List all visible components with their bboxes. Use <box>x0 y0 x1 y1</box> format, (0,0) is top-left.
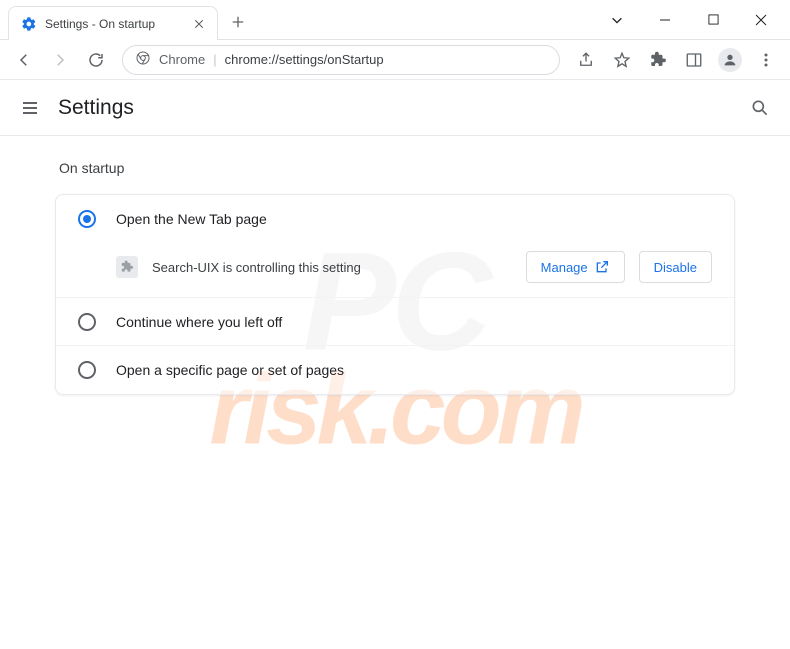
page-title: Settings <box>58 96 134 120</box>
settings-header: Settings <box>0 80 790 136</box>
tab-title: Settings - On startup <box>45 17 185 31</box>
option-label: Continue where you left off <box>116 314 282 330</box>
extensions-icon[interactable] <box>642 44 674 76</box>
new-tab-button[interactable] <box>224 8 252 36</box>
disable-button[interactable]: Disable <box>639 251 712 283</box>
window-controls <box>588 0 790 39</box>
chevron-down-icon[interactable] <box>602 5 632 35</box>
radio-selected[interactable] <box>78 210 96 228</box>
star-icon[interactable] <box>606 44 638 76</box>
manage-button[interactable]: Manage <box>526 251 625 283</box>
search-icon[interactable] <box>750 98 770 118</box>
section-heading: On startup <box>55 160 735 176</box>
browser-tab[interactable]: Settings - On startup <box>8 6 218 40</box>
extension-controlled-notice: Search-UIX is controlling this setting M… <box>56 243 734 298</box>
option-label: Open a specific page or set of pages <box>116 362 344 378</box>
address-bar[interactable]: Chrome | chrome://settings/onStartup <box>122 45 560 75</box>
close-icon[interactable] <box>193 18 205 30</box>
minimize-button[interactable] <box>650 5 680 35</box>
sidepanel-icon[interactable] <box>678 44 710 76</box>
reload-button[interactable] <box>80 44 112 76</box>
menu-icon[interactable] <box>750 44 782 76</box>
avatar-icon <box>718 48 742 72</box>
settings-content: On startup Open the New Tab page Search-… <box>0 136 790 395</box>
external-link-icon <box>594 259 610 275</box>
maximize-button[interactable] <box>698 5 728 35</box>
site-label: Chrome <box>159 52 205 67</box>
profile-button[interactable] <box>714 44 746 76</box>
forward-button[interactable] <box>44 44 76 76</box>
gear-icon <box>21 16 37 32</box>
extension-icon <box>116 256 138 278</box>
chrome-icon <box>135 50 151 69</box>
window-titlebar: Settings - On startup <box>0 0 790 40</box>
close-window-button[interactable] <box>746 5 776 35</box>
option-specific-pages[interactable]: Open a specific page or set of pages <box>56 346 734 394</box>
radio-unselected[interactable] <box>78 361 96 379</box>
option-new-tab-page[interactable]: Open the New Tab page <box>56 195 734 243</box>
browser-toolbar: Chrome | chrome://settings/onStartup <box>0 40 790 80</box>
option-label: Open the New Tab page <box>116 211 267 227</box>
radio-unselected[interactable] <box>78 313 96 331</box>
back-button[interactable] <box>8 44 40 76</box>
option-continue[interactable]: Continue where you left off <box>56 298 734 346</box>
hamburger-icon[interactable] <box>20 98 40 118</box>
url-text: chrome://settings/onStartup <box>225 52 384 67</box>
startup-options-card: Open the New Tab page Search-UIX is cont… <box>55 194 735 395</box>
share-icon[interactable] <box>570 44 602 76</box>
controlled-message: Search-UIX is controlling this setting <box>152 260 512 275</box>
